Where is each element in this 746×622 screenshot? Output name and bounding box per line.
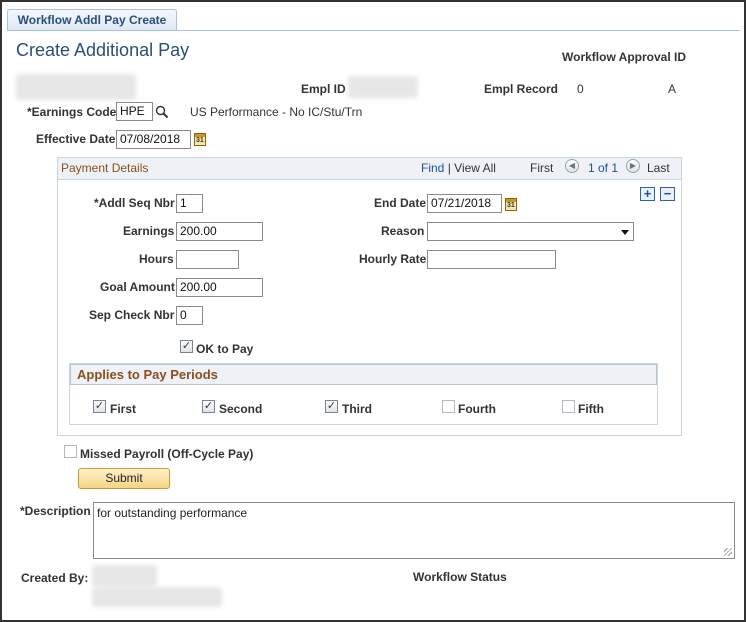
grid-navigation: Find | View All [421,161,496,175]
earnings-input[interactable]: 200.00 [176,222,263,241]
first-link[interactable]: First [530,161,553,175]
sep-check-nbr-label: Sep Check Nbr [89,308,175,322]
period-first-checkbox[interactable]: ✓ [93,400,106,413]
applies-to-pay-periods-title: Applies to Pay Periods [77,367,218,382]
period-second-checkbox[interactable]: ✓ [202,400,215,413]
ok-to-pay-label: OK to Pay [196,342,254,356]
submit-button[interactable]: Submit [78,468,170,489]
earnings-code-input[interactable]: HPE [116,102,153,121]
find-link[interactable]: Find [421,161,444,175]
employee-status-value: A [668,82,677,96]
empl-record-value: 0 [577,82,584,96]
workflow-status-label: Workflow Status [413,570,507,584]
row-range-text: 1 of 1 [588,161,619,175]
end-date-label: End Date [374,196,427,210]
earnings-code-description: US Performance - No IC/Stu/Trn [190,105,363,119]
calendar-icon-text: 31 [507,202,515,209]
earnings-label: Earnings [123,224,175,238]
missed-payroll-label: Missed Payroll (Off-Cycle Pay) [80,447,254,461]
hourly-rate-label: Hourly Rate [359,252,427,266]
addl-seq-nbr-label: *Addl Seq Nbr [94,196,175,210]
add-row-icon[interactable]: + [640,187,655,201]
view-all-link[interactable]: View All [454,161,496,175]
next-row-icon[interactable]: ▶ [626,159,640,173]
page-title: Create Additional Pay [16,40,190,60]
end-date-input[interactable]: 07/21/2018 [427,194,502,213]
tab-underline [7,30,740,31]
hours-label: Hours [139,252,174,266]
resize-grip-icon[interactable] [724,548,732,556]
calendar-icon[interactable]: 31 [194,133,206,146]
nav-separator: | [447,161,451,175]
goal-amount-label: Goal Amount [100,280,175,294]
description-text: for outstanding performance [97,506,248,520]
addl-seq-nbr-input[interactable]: 1 [176,194,203,213]
empl-record-label: Empl Record [484,82,559,96]
payment-details-title: Payment Details [61,161,149,175]
remove-row-icon[interactable]: − [660,187,675,201]
calendar-icon[interactable]: 31 [505,198,517,211]
calendar-icon-text: 31 [196,137,204,144]
goal-amount-input[interactable]: 200.00 [176,278,263,297]
tab-workflow-addl-pay-create[interactable]: Workflow Addl Pay Create [7,9,177,31]
prev-row-icon[interactable]: ◀ [565,159,579,173]
redacted-created-by-detail [92,587,222,607]
period-first-label: First [110,402,137,416]
redacted-employee-name [16,74,136,100]
earnings-code-label: *Earnings Code [27,105,117,119]
effective-date-label: Effective Date [36,132,116,146]
sep-check-nbr-input[interactable]: 0 [176,306,203,325]
period-fifth-label: Fifth [578,402,604,416]
redacted-empl-id [348,76,418,98]
workflow-approval-id-label: Workflow Approval ID [562,50,687,64]
created-by-label: Created By: [21,571,89,585]
ok-to-pay-checkbox[interactable]: ✓ [180,340,193,353]
redacted-created-by-name [92,565,157,587]
last-link[interactable]: Last [647,161,670,175]
effective-date-input[interactable]: 07/08/2018 [116,130,191,149]
description-textarea[interactable]: for outstanding performance [93,502,735,559]
reason-select[interactable] [427,222,634,241]
period-fifth-checkbox[interactable] [562,400,575,413]
reason-label: Reason [381,224,425,238]
period-fourth-checkbox[interactable] [442,400,455,413]
page-frame: Workflow Addl Pay Create Create Addition… [0,0,746,622]
lookup-magnifier-icon[interactable] [155,105,169,119]
hours-input[interactable] [176,250,239,269]
hourly-rate-input[interactable] [427,250,556,269]
dropdown-arrow-icon [621,230,629,235]
period-third-checkbox[interactable]: ✓ [325,400,338,413]
period-second-label: Second [219,402,263,416]
description-label: *Description [20,504,91,518]
empl-id-label: Empl ID [301,82,346,96]
missed-payroll-checkbox[interactable] [64,445,77,458]
period-third-label: Third [342,402,372,416]
period-fourth-label: Fourth [458,402,496,416]
